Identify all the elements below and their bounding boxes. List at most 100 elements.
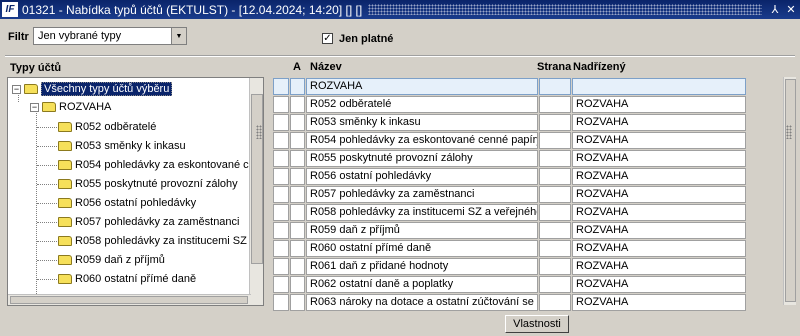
cell-nazev[interactable]: R057 pohledávky za zaměstnanci	[306, 186, 538, 203]
cell-nazev[interactable]: R054 pohledávky za eskontované cenné pap…	[306, 132, 538, 149]
column-header-nazev[interactable]: Název	[310, 61, 342, 73]
filter-select[interactable]: Jen vybrané typy ▼	[33, 27, 187, 45]
cell-nazev[interactable]: R062 ostatní daně a poplatky	[306, 276, 538, 293]
splitter-grip[interactable]	[786, 125, 792, 139]
cell-a[interactable]	[290, 204, 305, 221]
row-selector[interactable]	[273, 78, 289, 95]
cell-a[interactable]	[290, 240, 305, 257]
cell-a[interactable]	[290, 168, 305, 185]
properties-button[interactable]: Vlastnosti	[505, 315, 569, 333]
tree-item[interactable]: R056 ostatní pohledávky	[58, 195, 196, 211]
row-selector[interactable]	[273, 150, 289, 167]
scrollbar-thumb[interactable]	[785, 79, 796, 302]
tree-group-rozvaha[interactable]: − ROZVAHA	[30, 99, 111, 115]
tree-vertical-scrollbar[interactable]	[249, 78, 263, 305]
row-selector[interactable]	[273, 186, 289, 203]
tree-item[interactable]: R057 pohledávky za zaměstnanci	[58, 214, 239, 230]
cell-strana[interactable]	[539, 186, 571, 203]
tree-root[interactable]: − Všechny typy účtů výběru	[12, 81, 173, 97]
cell-strana[interactable]	[539, 276, 571, 293]
row-selector[interactable]	[273, 204, 289, 221]
account-type-tree[interactable]: − Všechny typy účtů výběru − ROZVAHA R05…	[7, 77, 264, 306]
cell-nadrizeny[interactable]: ROZVAHA	[572, 150, 746, 167]
tree-item[interactable]: R055 poskytnuté provozní zálohy	[58, 176, 238, 192]
cell-a[interactable]	[290, 222, 305, 239]
row-selector[interactable]	[273, 258, 289, 275]
cell-nazev[interactable]: ROZVAHA	[306, 78, 538, 95]
cell-strana[interactable]	[539, 222, 571, 239]
tree-item[interactable]: R053 směnky k inkasu	[58, 138, 186, 154]
pin-icon[interactable]: ⅄	[768, 3, 782, 17]
cell-a[interactable]	[290, 78, 305, 95]
tree-item[interactable]: R058 pohledávky za institucemi SZ a veře…	[58, 233, 263, 249]
cell-strana[interactable]	[539, 150, 571, 167]
cell-strana[interactable]	[539, 294, 571, 311]
cell-nadrizeny[interactable]: ROZVAHA	[572, 276, 746, 293]
grid-vertical-scrollbar[interactable]	[783, 77, 796, 305]
cell-nadrizeny[interactable]: ROZVAHA	[572, 294, 746, 311]
cell-nadrizeny[interactable]: ROZVAHA	[572, 240, 746, 257]
cell-strana[interactable]	[539, 168, 571, 185]
close-icon[interactable]: ✕	[784, 3, 798, 17]
collapse-icon[interactable]: −	[12, 84, 21, 94]
cell-a[interactable]	[290, 132, 305, 149]
row-selector[interactable]	[273, 276, 289, 293]
column-header-a[interactable]: A	[293, 61, 301, 73]
tree-item[interactable]: R059 daň z příjmů	[58, 252, 165, 268]
cell-nadrizeny[interactable]: ROZVAHA	[572, 132, 746, 149]
cell-a[interactable]	[290, 276, 305, 293]
row-selector[interactable]	[273, 240, 289, 257]
cell-nazev[interactable]: R056 ostatní pohledávky	[306, 168, 538, 185]
cell-nazev[interactable]: R059 daň z příjmů	[306, 222, 538, 239]
tree-item[interactable]: R060 ostatní přímé daně	[58, 271, 196, 287]
tree-horizontal-scrollbar[interactable]	[8, 294, 251, 305]
cell-strana[interactable]	[539, 96, 571, 113]
cell-strana[interactable]	[539, 204, 571, 221]
tree-item[interactable]: R052 odběratelé	[58, 119, 156, 135]
only-valid-checkbox[interactable]: ✓	[322, 33, 333, 44]
scrollbar-thumb[interactable]	[251, 94, 263, 264]
scrollbar-thumb[interactable]	[10, 296, 248, 304]
cell-nadrizeny[interactable]: ROZVAHA	[572, 258, 746, 275]
cell-a[interactable]	[290, 96, 305, 113]
cell-nazev[interactable]: R055 poskytnuté provozní zálohy	[306, 150, 538, 167]
cell-a[interactable]	[290, 186, 305, 203]
row-selector[interactable]	[273, 294, 289, 311]
cell-nazev[interactable]: R053 směnky k inkasu	[306, 114, 538, 131]
cell-nazev[interactable]: R052 odběratelé	[306, 96, 538, 113]
row-selector[interactable]	[273, 132, 289, 149]
cell-nadrizeny[interactable]: ROZVAHA	[572, 204, 746, 221]
cell-strana[interactable]	[539, 78, 571, 95]
row-selector[interactable]	[273, 222, 289, 239]
cell-a[interactable]	[290, 294, 305, 311]
title-bar-grip	[368, 4, 762, 15]
cell-nadrizeny[interactable]: ROZVAHA	[572, 186, 746, 203]
cell-nadrizeny[interactable]	[572, 78, 746, 95]
cell-strana[interactable]	[539, 114, 571, 131]
cell-nazev[interactable]: R058 pohledávky za institucemi SZ a veře…	[306, 204, 538, 221]
cell-a[interactable]	[290, 258, 305, 275]
row-selector[interactable]	[273, 168, 289, 185]
cell-strana[interactable]	[539, 240, 571, 257]
cell-nadrizeny[interactable]: ROZVAHA	[572, 222, 746, 239]
tree-root-label: Všechny typy účtů výběru	[41, 82, 173, 96]
cell-nazev[interactable]: R060 ostatní přímé daně	[306, 240, 538, 257]
cell-a[interactable]	[290, 114, 305, 131]
cell-nadrizeny[interactable]: ROZVAHA	[572, 114, 746, 131]
column-header-strana[interactable]: Strana	[537, 61, 571, 73]
row-selector[interactable]	[273, 114, 289, 131]
collapse-icon[interactable]: −	[30, 102, 39, 112]
row-selector[interactable]	[273, 96, 289, 113]
cell-nazev[interactable]: R061 daň z přidané hodnoty	[306, 258, 538, 275]
column-header-nadrizeny[interactable]: Nadřízený	[573, 61, 626, 73]
tree-item[interactable]: R054 pohledávky za eskontované cenné pap…	[58, 157, 263, 173]
cell-strana[interactable]	[539, 132, 571, 149]
cell-a[interactable]	[290, 150, 305, 167]
cell-nadrizeny[interactable]: ROZVAHA	[572, 168, 746, 185]
tree-connector	[37, 279, 57, 280]
cell-nadrizeny[interactable]: ROZVAHA	[572, 96, 746, 113]
cell-strana[interactable]	[539, 258, 571, 275]
chevron-down-icon[interactable]: ▼	[171, 28, 186, 44]
splitter-grip[interactable]	[256, 125, 262, 139]
cell-nazev[interactable]: R063 nároky na dotace a ostatní zúčtován…	[306, 294, 538, 311]
